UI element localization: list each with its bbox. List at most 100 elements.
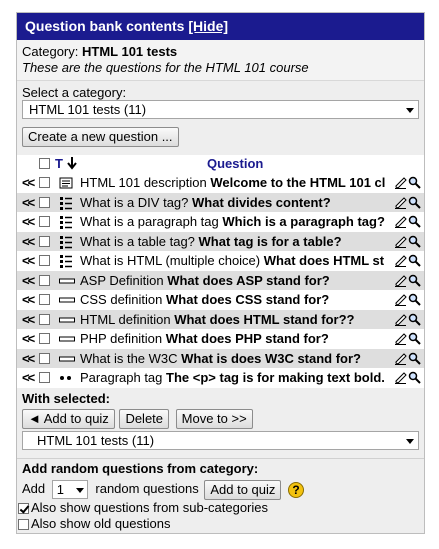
question-checkbox[interactable] <box>39 352 50 364</box>
move-to-quiz-icon[interactable]: << <box>22 329 35 348</box>
category-label: Category: <box>22 44 79 59</box>
delete-button[interactable]: Delete <box>119 409 170 429</box>
category-select[interactable]: HTML 101 tests (11) <box>22 100 419 119</box>
dropdown-arrow-icon <box>75 488 84 494</box>
question-checkbox[interactable] <box>39 274 50 286</box>
preview-magnifier-icon[interactable] <box>408 293 421 306</box>
question-text: What divides content? <box>192 194 331 210</box>
cloze-type-icon <box>59 371 73 385</box>
shortanswer-type-icon <box>59 293 75 307</box>
edit-icon[interactable] <box>394 176 407 189</box>
panel-header: Question bank contents [Hide] <box>17 13 424 40</box>
question-name: ASP Definition <box>80 272 164 288</box>
move-to-quiz-icon[interactable]: << <box>22 193 35 212</box>
question-text: What does PHP stand for? <box>165 331 329 346</box>
create-question-button[interactable]: Create a new question ... <box>22 127 179 147</box>
table-row: << What is a DIV tag? What divides conten… <box>17 192 424 212</box>
shortanswer-type-icon <box>59 332 75 346</box>
multichoice-type-icon <box>59 215 73 229</box>
select-all-checkbox[interactable] <box>39 158 50 169</box>
dropdown-arrow-icon <box>406 439 414 444</box>
random-count-select[interactable]: 1 <box>51 480 88 500</box>
question-checkbox[interactable] <box>39 216 50 227</box>
move-to-quiz-icon[interactable]: << <box>22 310 35 329</box>
question-checkbox[interactable] <box>39 313 50 325</box>
multichoice-type-icon <box>59 254 73 268</box>
sort-arrow-down-icon <box>67 157 77 170</box>
question-cell: Paragraph tag The <p> tag is for making … <box>80 368 392 387</box>
category-name: HTML 101 tests <box>82 44 178 59</box>
move-target-select[interactable]: HTML 101 tests (11) <box>22 431 419 450</box>
preview-magnifier-icon[interactable] <box>408 274 421 287</box>
sort-type-header[interactable]: T <box>55 156 63 171</box>
edit-icon[interactable] <box>394 293 407 306</box>
preview-magnifier-icon[interactable] <box>408 196 421 209</box>
preview-magnifier-icon[interactable] <box>408 313 421 326</box>
preview-magnifier-icon[interactable] <box>408 235 421 248</box>
edit-icon[interactable] <box>394 352 407 365</box>
with-selected-label: With selected: <box>22 391 111 406</box>
preview-magnifier-icon[interactable] <box>408 176 421 189</box>
table-row: << What is HTML (multiple choice) What do… <box>17 251 424 271</box>
question-rows: << HTML 101 description Welcome to the HT… <box>17 173 424 388</box>
add-to-quiz-button[interactable]: ◄ Add to quiz <box>22 409 115 429</box>
edit-icon[interactable] <box>394 196 407 209</box>
move-to-quiz-icon[interactable]: << <box>22 232 35 251</box>
subcategories-checkbox[interactable] <box>18 503 29 515</box>
question-checkbox[interactable] <box>39 177 50 188</box>
question-checkbox[interactable] <box>39 235 50 247</box>
move-to-quiz-icon[interactable]: << <box>22 368 35 387</box>
add-word: Add <box>22 481 46 496</box>
question-checkbox[interactable] <box>39 255 50 266</box>
preview-magnifier-icon[interactable] <box>408 215 421 228</box>
question-name: What is a table tag? <box>80 233 195 249</box>
question-name: HTML 101 description <box>80 175 207 190</box>
random-questions-label: Add random questions from category: <box>22 461 259 476</box>
question-checkbox[interactable] <box>39 333 50 344</box>
move-to-quiz-icon[interactable]: << <box>22 212 35 231</box>
edit-icon[interactable] <box>394 254 407 267</box>
edit-icon[interactable] <box>394 215 407 228</box>
move-to-quiz-icon[interactable]: << <box>22 173 35 192</box>
edit-icon[interactable] <box>394 371 407 384</box>
edit-icon[interactable] <box>394 274 407 287</box>
move-to-quiz-icon[interactable]: << <box>22 251 35 270</box>
question-text: What does ASP stand for? <box>167 272 330 288</box>
move-to-button[interactable]: Move to >> <box>175 409 253 429</box>
question-text: Which is a paragraph tag? <box>222 214 385 229</box>
question-name: What is the W3C <box>80 350 178 366</box>
question-cell: HTML definition What does HTML stand for… <box>80 310 392 329</box>
help-icon[interactable]: ? <box>288 481 305 498</box>
old-questions-label: Also show old questions <box>31 516 171 531</box>
old-questions-option: Also show old questions <box>18 516 170 532</box>
table-row: << HTML definition What does HTML stand f… <box>17 309 424 329</box>
question-cell: HTML 101 description Welcome to the HTML… <box>80 173 392 192</box>
preview-magnifier-icon[interactable] <box>408 352 421 365</box>
preview-magnifier-icon[interactable] <box>408 254 421 267</box>
sort-question-header[interactable]: Question <box>207 156 263 171</box>
hide-link[interactable]: [Hide] <box>188 18 228 34</box>
move-to-quiz-icon[interactable]: << <box>22 271 35 290</box>
question-text: What tag is for a table? <box>198 233 342 249</box>
question-checkbox[interactable] <box>39 196 50 208</box>
preview-magnifier-icon[interactable] <box>408 332 421 345</box>
question-checkbox[interactable] <box>39 372 50 383</box>
panel-title: Question bank contents <box>25 18 185 34</box>
edit-icon[interactable] <box>394 332 407 345</box>
add-random-to-quiz-button[interactable]: Add to quiz <box>204 479 282 500</box>
edit-icon[interactable] <box>394 313 407 326</box>
move-target-value: HTML 101 tests (11) <box>37 433 155 448</box>
question-checkbox[interactable] <box>39 294 50 305</box>
category-info: Category: HTML 101 tests These are the q… <box>17 40 424 81</box>
question-name: Paragraph tag <box>80 370 163 385</box>
with-selected-buttons: ◄ Add to quiz Delete Move to >> <box>22 409 254 429</box>
subcategories-option: Also show questions from sub-categories <box>18 500 268 516</box>
edit-icon[interactable] <box>394 235 407 248</box>
preview-magnifier-icon[interactable] <box>408 371 421 384</box>
question-name: HTML definition <box>80 311 171 327</box>
question-cell: CSS definition What does CSS stand for? <box>80 290 392 309</box>
question-text: What does HTML stand for?? <box>174 311 355 327</box>
move-to-quiz-icon[interactable]: << <box>22 349 35 368</box>
old-questions-checkbox[interactable] <box>18 519 29 531</box>
move-to-quiz-icon[interactable]: << <box>22 290 35 309</box>
